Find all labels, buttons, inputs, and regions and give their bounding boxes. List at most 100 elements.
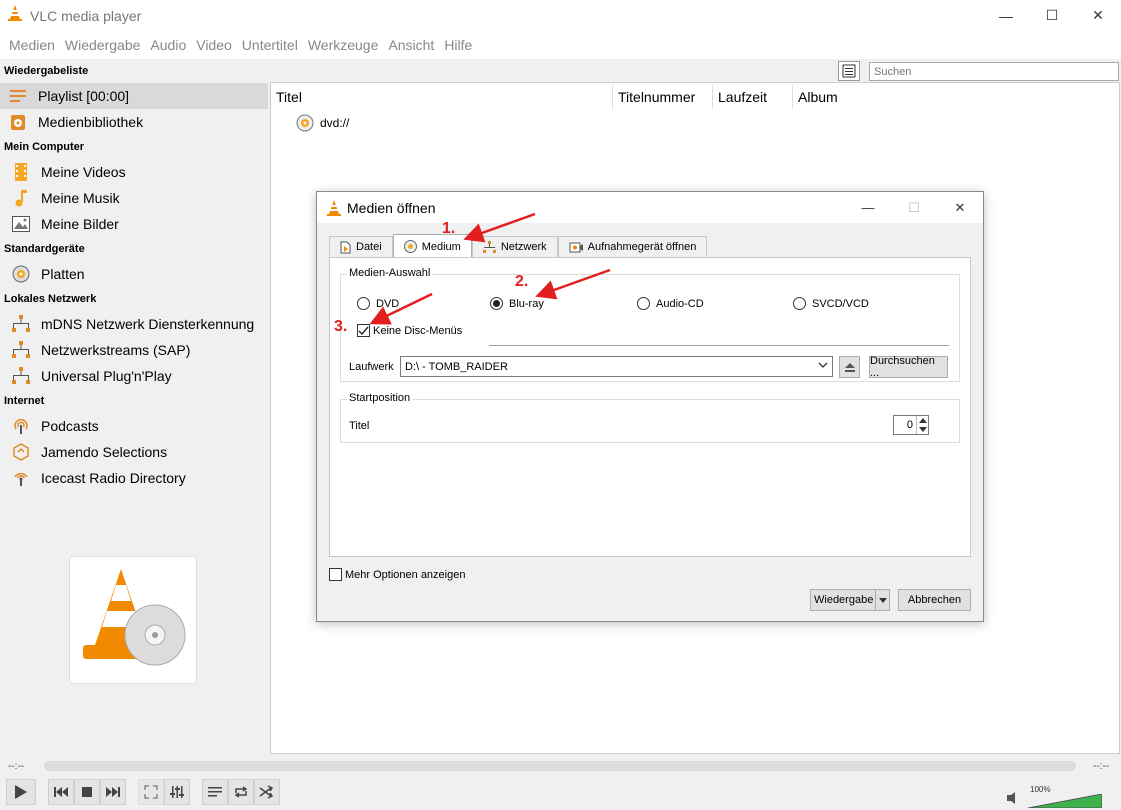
picture-icon (11, 214, 31, 234)
tab-medium[interactable]: Medium (392, 234, 472, 258)
sidebar-item-mdns[interactable]: mDNS Netzwerk Diensterkennung (0, 311, 268, 337)
radio-bluray-circle (490, 297, 503, 310)
sidebar-item-label: Medienbibliothek (38, 114, 144, 130)
menu-bar: Medien Wiedergabe Audio Video Untertitel… (0, 31, 1121, 59)
cancel-button[interactable]: Abbrechen (898, 589, 971, 611)
menu-untertitel[interactable]: Untertitel (242, 37, 298, 53)
eject-icon (844, 362, 855, 372)
chevron-down-icon[interactable] (875, 590, 889, 610)
eject-button[interactable] (839, 356, 860, 378)
column-header-album[interactable]: Album (793, 85, 993, 109)
music-note-icon (11, 188, 31, 208)
volume-slider[interactable] (1027, 793, 1103, 809)
media-library-icon (8, 112, 28, 132)
podcast-icon (11, 416, 31, 436)
sidebar-item-videos[interactable]: Meine Videos (0, 159, 268, 185)
play-dropdown-button[interactable]: Wiedergabe (810, 589, 890, 611)
radio-label: SVCD/VCD (812, 297, 869, 310)
dialog-minimize-button[interactable]: — (845, 192, 891, 223)
minimize-button[interactable]: — (983, 0, 1029, 31)
tab-datei[interactable]: Datei (329, 236, 393, 257)
dialog-maximize-button[interactable]: ☐ (891, 192, 937, 223)
stop-button[interactable] (74, 779, 100, 805)
sidebar-item-label: Meine Musik (41, 190, 120, 206)
title-spinbox[interactable]: 0 (893, 415, 929, 435)
sidebar-item-jamendo[interactable]: Jamendo Selections (0, 439, 268, 465)
extended-settings-button[interactable] (164, 779, 190, 805)
dialog-close-button[interactable]: ✕ (937, 192, 983, 223)
disc-icon (296, 114, 314, 132)
more-options-checkbox[interactable]: Mehr Optionen anzeigen (329, 568, 465, 581)
previous-button[interactable] (48, 779, 74, 805)
sidebar-item-pictures[interactable]: Meine Bilder (0, 211, 268, 237)
fullscreen-icon (144, 785, 158, 799)
seek-bar[interactable] (44, 761, 1076, 771)
sidebar-item-podcasts[interactable]: Podcasts (0, 413, 268, 439)
annotation-step-2: 2. (515, 273, 529, 290)
menu-audio[interactable]: Audio (150, 37, 186, 53)
checkbox-box (357, 324, 370, 337)
spinbox-arrows[interactable] (916, 416, 928, 434)
media-selection-group: Medien-Auswahl DVD Blu-ray Audio-CD SVCD… (340, 267, 960, 382)
loop-button[interactable] (228, 779, 254, 805)
browse-button[interactable]: Durchsuchen ... (869, 355, 948, 379)
playlist-icon (8, 86, 28, 106)
previous-icon (54, 787, 68, 797)
close-button[interactable]: ✕ (1075, 0, 1121, 31)
menu-video[interactable]: Video (196, 37, 232, 53)
radio-dvd[interactable]: DVD (357, 297, 399, 310)
radio-audio-cd[interactable]: Audio-CD (637, 297, 704, 310)
volume-level-bar (1027, 793, 1103, 809)
maximize-button[interactable]: ☐ (1029, 0, 1075, 31)
section-heading-network: Lokales Netzwerk (4, 293, 97, 305)
playlist-view-button[interactable] (838, 61, 860, 81)
volume-label: 100% (1030, 785, 1051, 794)
radio-svcd-vcd[interactable]: SVCD/VCD (793, 297, 869, 310)
tab-aufnahmegeraet[interactable]: Aufnahmegerät öffnen (557, 236, 708, 257)
drive-combobox[interactable]: D:\ - TOMB_RAIDER (400, 356, 833, 377)
sidebar-item-media-library[interactable]: Medienbibliothek (0, 109, 268, 135)
radio-bluray[interactable]: Blu-ray (490, 297, 544, 310)
sidebar-item-label: Meine Videos (41, 164, 126, 180)
playlist-row[interactable]: dvd:// (271, 111, 1119, 135)
radio-label: Audio-CD (656, 297, 704, 310)
sidebar-item-upnp[interactable]: Universal Plug'n'Play (0, 363, 268, 389)
tab-label: Netzwerk (500, 241, 547, 253)
menu-wiedergabe[interactable]: Wiedergabe (65, 37, 141, 53)
menu-werkzeuge[interactable]: Werkzeuge (308, 37, 379, 53)
fullscreen-button[interactable] (138, 779, 164, 805)
title-label: Titel (349, 420, 370, 432)
sidebar-item-music[interactable]: Meine Musik (0, 185, 268, 211)
play-button[interactable] (6, 779, 36, 805)
column-header-track[interactable]: Titelnummer (613, 85, 713, 109)
tab-label: Medium (421, 240, 461, 253)
disc-icon (403, 240, 417, 253)
playlist-header: Titel Titelnummer Laufzeit Album (271, 83, 1119, 111)
sidebar-item-discs[interactable]: Platten (0, 261, 268, 287)
sidebar-item-label: Netzwerkstreams (SAP) (41, 342, 191, 358)
sidebar-item-playlist[interactable]: Playlist [00:00] (0, 83, 268, 109)
no-disc-menus-checkbox[interactable]: Keine Disc-Menüs (357, 324, 462, 337)
section-heading-devices: Standardgeräte (4, 243, 85, 255)
menu-hilfe[interactable]: Hilfe (444, 37, 472, 53)
menu-medien[interactable]: Medien (9, 37, 55, 53)
column-header-title[interactable]: Titel (271, 85, 613, 109)
sidebar-item-label: mDNS Netzwerk Diensterkennung (41, 316, 255, 332)
sidebar-item-sap[interactable]: Netzwerkstreams (SAP) (0, 337, 268, 363)
sidebar-item-icecast[interactable]: Icecast Radio Directory (0, 465, 268, 491)
start-position-group: Startposition Titel 0 (340, 392, 960, 443)
file-icon (340, 241, 351, 254)
vlc-disc-icon (83, 569, 186, 666)
menu-ansicht[interactable]: Ansicht (388, 37, 434, 53)
search-input[interactable] (869, 62, 1119, 81)
shuffle-button[interactable] (254, 779, 280, 805)
speaker-icon[interactable] (1006, 791, 1022, 810)
tab-netzwerk[interactable]: Netzwerk (471, 236, 558, 257)
playlist-toggle-button[interactable] (202, 779, 228, 805)
media-selection-legend: Medien-Auswahl (347, 267, 433, 279)
annotation-step-1: 1. (442, 220, 456, 237)
open-media-dialog: Medien öffnen — ☐ ✕ Datei Medium Netzwer… (316, 191, 984, 622)
next-button[interactable] (100, 779, 126, 805)
start-position-legend: Startposition (347, 392, 413, 404)
column-header-duration[interactable]: Laufzeit (713, 85, 793, 109)
